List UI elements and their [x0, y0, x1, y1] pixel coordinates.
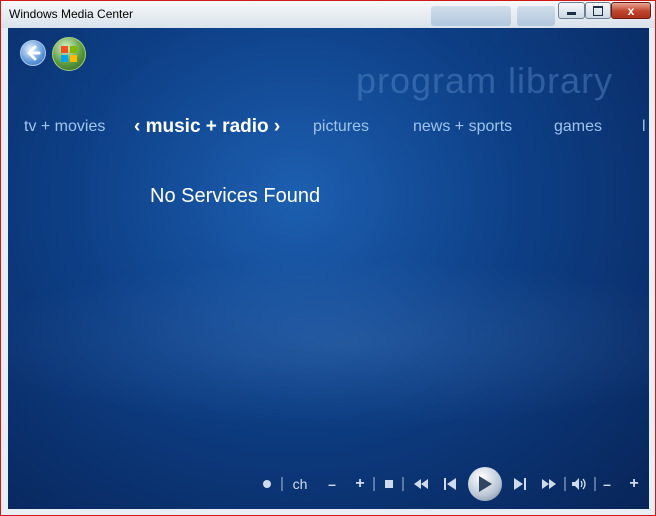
start-button[interactable]: [52, 37, 86, 71]
previous-button[interactable]: [440, 469, 460, 499]
fast-forward-button[interactable]: [538, 469, 560, 499]
divider: [402, 477, 404, 491]
next-track-icon: [514, 478, 526, 490]
maximize-button[interactable]: [585, 2, 611, 19]
channel-button[interactable]: ch: [288, 469, 312, 499]
record-icon: [263, 480, 271, 488]
channel-down-button[interactable]: –: [322, 469, 342, 499]
tab-left-arrow[interactable]: ‹: [134, 116, 140, 137]
maximize-icon: [593, 5, 603, 16]
divider: [594, 477, 596, 491]
next-button[interactable]: [510, 469, 530, 499]
mute-button[interactable]: [570, 469, 590, 499]
rewind-icon: [414, 479, 428, 489]
back-button[interactable]: [20, 40, 46, 66]
record-button[interactable]: [258, 469, 276, 499]
close-icon: x: [627, 3, 635, 18]
tab-music-radio[interactable]: ‹ music + radio ›: [134, 116, 280, 138]
divider: [373, 477, 375, 491]
media-center-window: Windows Media Center x program library t…: [0, 0, 656, 516]
stop-button[interactable]: [380, 469, 398, 499]
title-bar[interactable]: Windows Media Center x: [1, 1, 655, 28]
close-button[interactable]: x: [611, 2, 651, 19]
tab-next[interactable]: l: [642, 118, 646, 136]
back-arrow-icon: [27, 45, 41, 61]
tab-news-sports[interactable]: news + sports: [413, 118, 512, 136]
volume-down-button[interactable]: –: [598, 469, 616, 499]
media-center-content: program library tv + movies ‹ music + ra…: [8, 28, 649, 509]
previous-track-icon: [444, 478, 456, 490]
window-title: Windows Media Center: [9, 7, 134, 21]
title-bar-reflection: [517, 6, 555, 26]
windows-logo-icon: [61, 46, 77, 62]
background-swirl: [8, 258, 649, 428]
section-title: program library: [356, 60, 614, 101]
divider: [281, 477, 283, 491]
tab-music-radio-label: music + radio: [145, 116, 269, 137]
play-button[interactable]: [468, 467, 502, 501]
volume-up-button[interactable]: +: [624, 469, 644, 499]
title-bar-reflection: [431, 6, 511, 26]
divider: [564, 477, 566, 491]
fast-forward-icon: [542, 479, 556, 489]
tab-right-arrow[interactable]: ›: [274, 116, 280, 137]
tab-games[interactable]: games: [554, 118, 602, 136]
tab-tv-movies[interactable]: tv + movies: [24, 118, 105, 136]
transport-controls: ch – + – +: [258, 467, 644, 501]
play-icon: [479, 476, 492, 492]
minimize-icon: [567, 11, 576, 15]
minimize-button[interactable]: [558, 2, 585, 19]
channel-label: ch: [292, 476, 308, 492]
stop-icon: [385, 480, 393, 488]
channel-up-button[interactable]: +: [350, 469, 370, 499]
volume-icon: [572, 478, 586, 490]
rewind-button[interactable]: [410, 469, 432, 499]
tab-pictures[interactable]: pictures: [313, 118, 369, 136]
status-message: No Services Found: [150, 185, 321, 207]
